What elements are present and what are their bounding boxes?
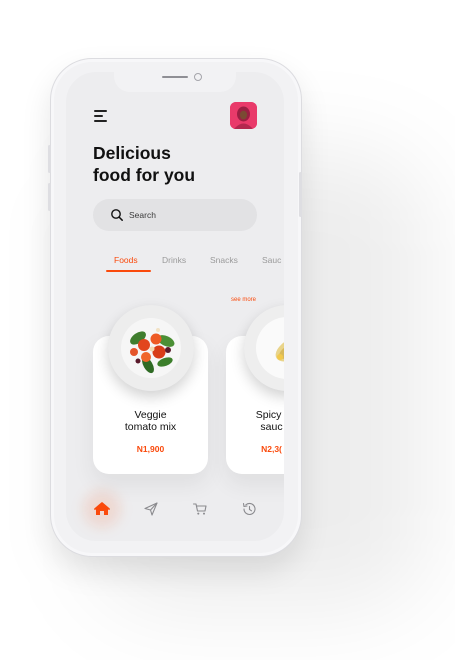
- product-name: Veggie tomato mix: [93, 409, 208, 433]
- history-icon: [242, 502, 256, 515]
- phone-side-button-left: [48, 145, 51, 173]
- tab-drinks[interactable]: Drinks: [162, 255, 186, 265]
- active-tab-indicator: [106, 270, 151, 272]
- tab-foods[interactable]: Foods: [114, 255, 138, 265]
- home-icon: [94, 502, 110, 515]
- nav-history[interactable]: [239, 499, 259, 519]
- product-price: N2,3(: [261, 444, 282, 454]
- nav-send[interactable]: [141, 499, 161, 519]
- product-name-line-2: sauc: [260, 421, 283, 433]
- cart-icon: [192, 503, 207, 515]
- avatar-person-icon: [230, 102, 257, 129]
- menu-icon[interactable]: [94, 110, 108, 122]
- tab-snacks[interactable]: Snacks: [210, 255, 238, 265]
- see-more-link[interactable]: see more: [231, 297, 256, 303]
- search-bar[interactable]: [93, 199, 257, 231]
- product-price: N1,900: [136, 444, 165, 454]
- product-name-line-1: Veggie: [134, 409, 167, 421]
- category-tabs: Foods Drinks Snacks Sauc: [106, 255, 284, 275]
- product-name-line-2: tomato mix: [124, 421, 177, 433]
- nav-home[interactable]: [83, 490, 121, 528]
- product-name-line-1: Spicy f: [255, 409, 284, 421]
- front-camera: [194, 73, 202, 81]
- phone-notch: [114, 72, 236, 92]
- speaker-grille: [162, 76, 188, 78]
- page-title-line-2: food for you: [93, 165, 196, 185]
- send-icon: [144, 502, 158, 516]
- page-title: Delicious food for you: [93, 142, 195, 186]
- tab-sauces[interactable]: Sauc: [262, 255, 281, 265]
- product-image-veggie-tomato-mix[interactable]: [108, 305, 194, 391]
- product-name: Spicy f sauc: [214, 409, 284, 433]
- bottom-navigation: [66, 490, 284, 528]
- search-input[interactable]: [129, 206, 239, 224]
- salad-plate-illustration: [108, 305, 194, 391]
- avatar[interactable]: [230, 102, 257, 129]
- nav-cart[interactable]: [190, 499, 210, 519]
- phone-side-button-left-2: [48, 183, 51, 211]
- phone-side-button-right: [299, 172, 302, 217]
- search-icon: [111, 209, 123, 221]
- app-screen: Delicious food for you Foods Drinks Snac…: [66, 72, 284, 541]
- page-title-line-1: Delicious: [93, 143, 171, 163]
